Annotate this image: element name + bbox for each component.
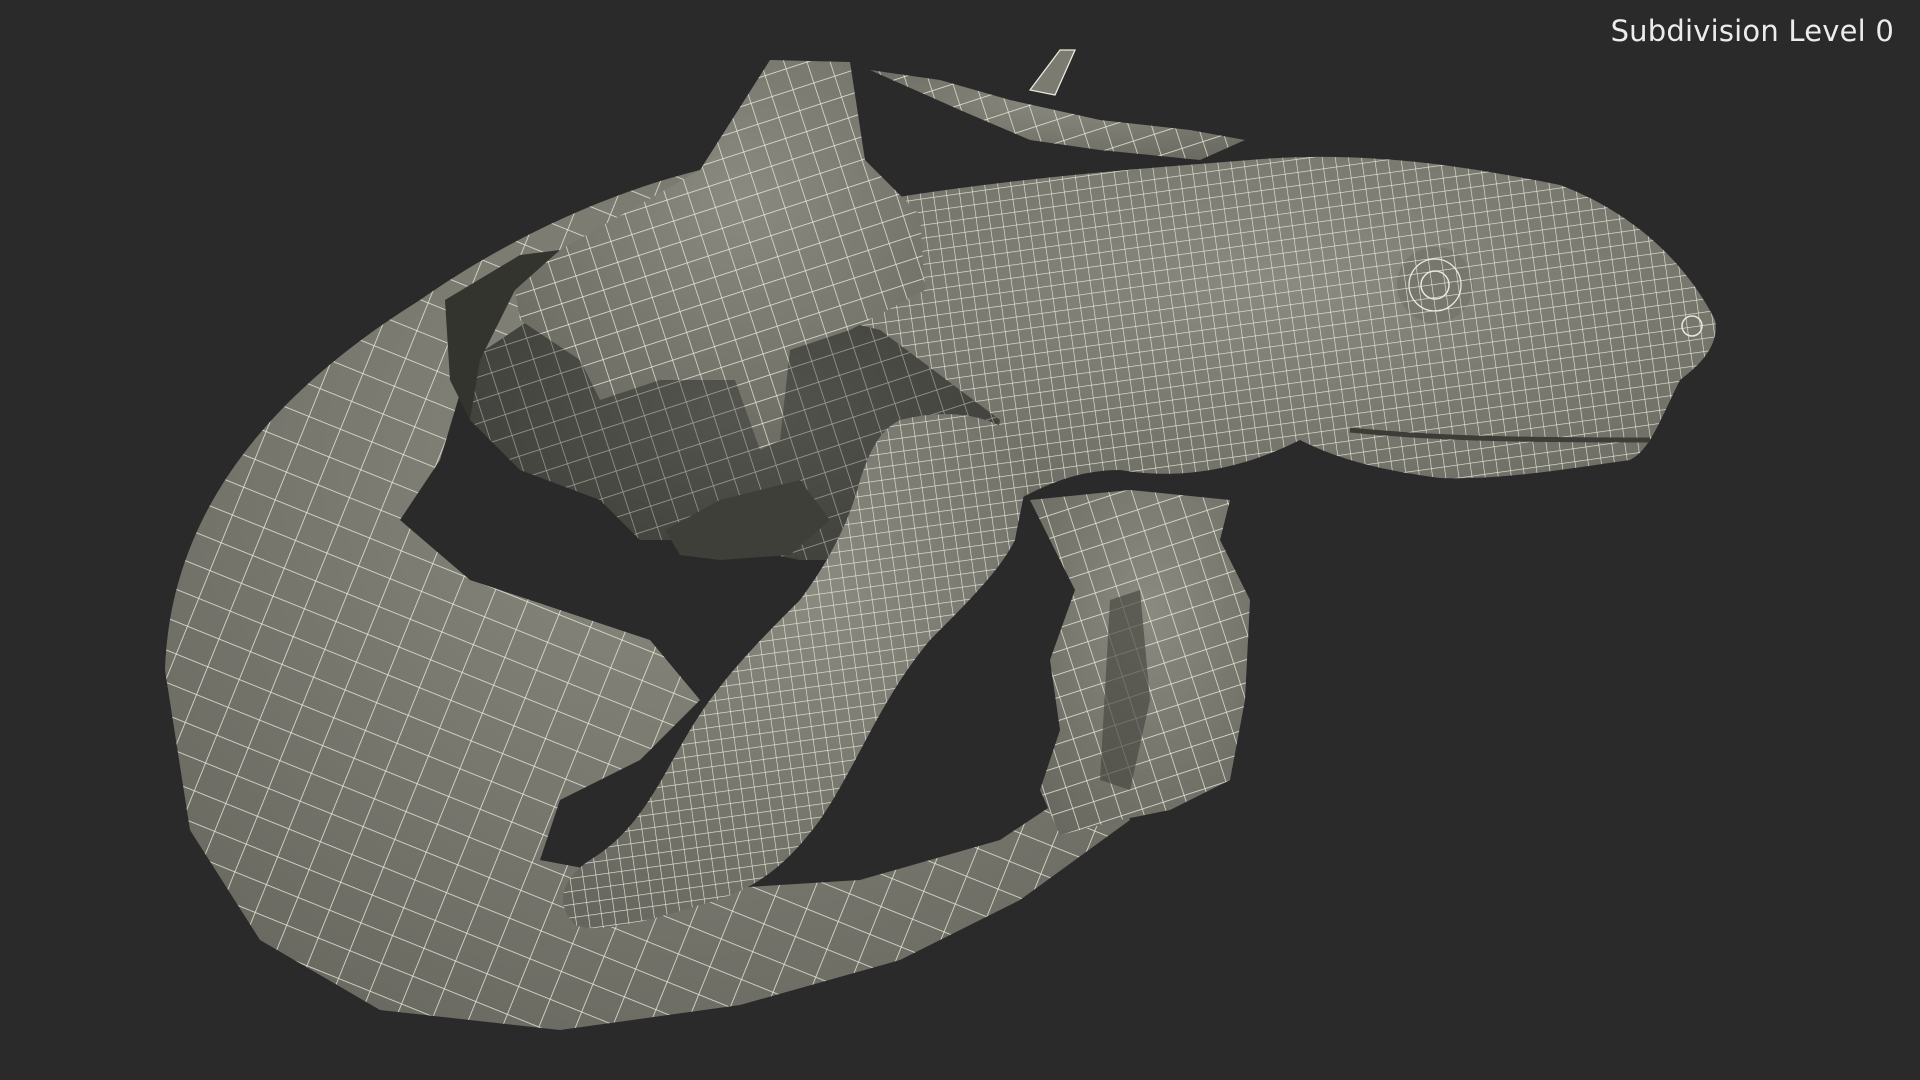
- wireframe-model: [165, 49, 1716, 1030]
- 3d-viewport[interactable]: Subdivision Level 0: [0, 0, 1920, 1080]
- subdivision-level-label: Subdivision Level 0: [1610, 14, 1894, 48]
- mesh-lower-fold: [1030, 490, 1250, 835]
- mesh-top-flap-right: [870, 49, 1245, 160]
